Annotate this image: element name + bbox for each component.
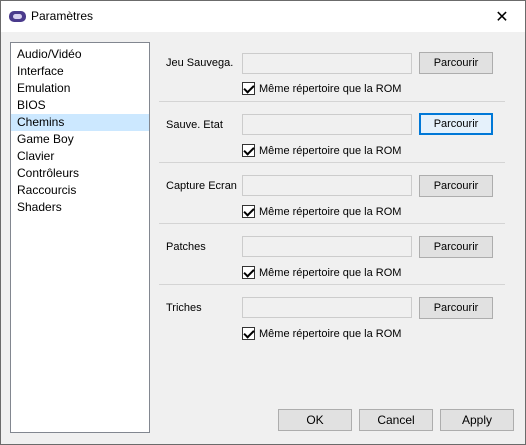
category-item-shortcuts[interactable]: Raccourcis xyxy=(11,182,149,199)
cancel-button[interactable]: Cancel xyxy=(359,409,433,431)
settings-window: Paramètres ✕ Audio/Vidéo Interface Emula… xyxy=(0,0,526,445)
checkbox-checked-icon[interactable] xyxy=(242,144,255,157)
patches-path-label: Patches xyxy=(166,241,206,253)
cheats-path-input[interactable] xyxy=(242,297,412,318)
category-item-bios[interactable]: BIOS xyxy=(11,97,149,114)
screenshot-path-label: Capture Ecran xyxy=(166,180,237,192)
category-item-audio-video[interactable]: Audio/Vidéo xyxy=(11,46,149,63)
divider xyxy=(159,101,505,102)
screenshot-same-dir-checkbox[interactable]: Même répertoire que la ROM xyxy=(242,205,401,218)
patches-browse-button[interactable]: Parcourir xyxy=(419,236,493,258)
save-game-path-label: Jeu Sauvega. xyxy=(166,57,234,69)
divider xyxy=(159,284,505,285)
title-bar: Paramètres ✕ xyxy=(1,1,525,32)
category-item-shaders[interactable]: Shaders xyxy=(11,199,149,216)
patches-path-input[interactable] xyxy=(242,236,412,257)
checkbox-checked-icon[interactable] xyxy=(242,266,255,279)
divider xyxy=(159,162,505,163)
category-item-paths[interactable]: Chemins xyxy=(11,114,149,131)
screenshot-path-input[interactable] xyxy=(242,175,412,196)
checkbox-checked-icon[interactable] xyxy=(242,205,255,218)
save-state-same-dir-checkbox[interactable]: Même répertoire que la ROM xyxy=(242,144,401,157)
ok-button[interactable]: OK xyxy=(278,409,352,431)
screenshot-browse-button[interactable]: Parcourir xyxy=(419,175,493,197)
save-game-path-input[interactable] xyxy=(242,53,412,74)
checkbox-checked-icon[interactable] xyxy=(242,82,255,95)
category-item-game-boy[interactable]: Game Boy xyxy=(11,131,149,148)
save-game-same-dir-checkbox[interactable]: Même répertoire que la ROM xyxy=(242,82,401,95)
app-logo-icon xyxy=(9,11,26,22)
cheats-same-dir-label: Même répertoire que la ROM xyxy=(259,327,402,340)
save-state-browse-button[interactable]: Parcourir xyxy=(419,113,493,135)
divider xyxy=(159,223,505,224)
save-state-same-dir-label: Même répertoire que la ROM xyxy=(259,144,402,157)
screenshot-same-dir-label: Même répertoire que la ROM xyxy=(259,205,402,218)
category-item-keyboard[interactable]: Clavier xyxy=(11,148,149,165)
window-title: Paramètres xyxy=(31,9,94,23)
category-item-emulation[interactable]: Emulation xyxy=(11,80,149,97)
save-game-browse-button[interactable]: Parcourir xyxy=(419,52,493,74)
patches-same-dir-label: Même répertoire que la ROM xyxy=(259,266,402,279)
cheats-same-dir-checkbox[interactable]: Même répertoire que la ROM xyxy=(242,327,401,340)
cheats-path-label: Triches xyxy=(166,302,202,314)
checkbox-checked-icon[interactable] xyxy=(242,327,255,340)
close-button[interactable]: ✕ xyxy=(479,1,525,32)
save-state-path-label: Sauve. Etat xyxy=(166,119,223,131)
cheats-browse-button[interactable]: Parcourir xyxy=(419,297,493,319)
save-game-same-dir-label: Même répertoire que la ROM xyxy=(259,82,402,95)
category-item-controllers[interactable]: Contrôleurs xyxy=(11,165,149,182)
patches-same-dir-checkbox[interactable]: Même répertoire que la ROM xyxy=(242,266,401,279)
category-list[interactable]: Audio/Vidéo Interface Emulation BIOS Che… xyxy=(10,42,150,433)
apply-button[interactable]: Apply xyxy=(440,409,514,431)
save-state-path-input[interactable] xyxy=(242,114,412,135)
category-item-interface[interactable]: Interface xyxy=(11,63,149,80)
